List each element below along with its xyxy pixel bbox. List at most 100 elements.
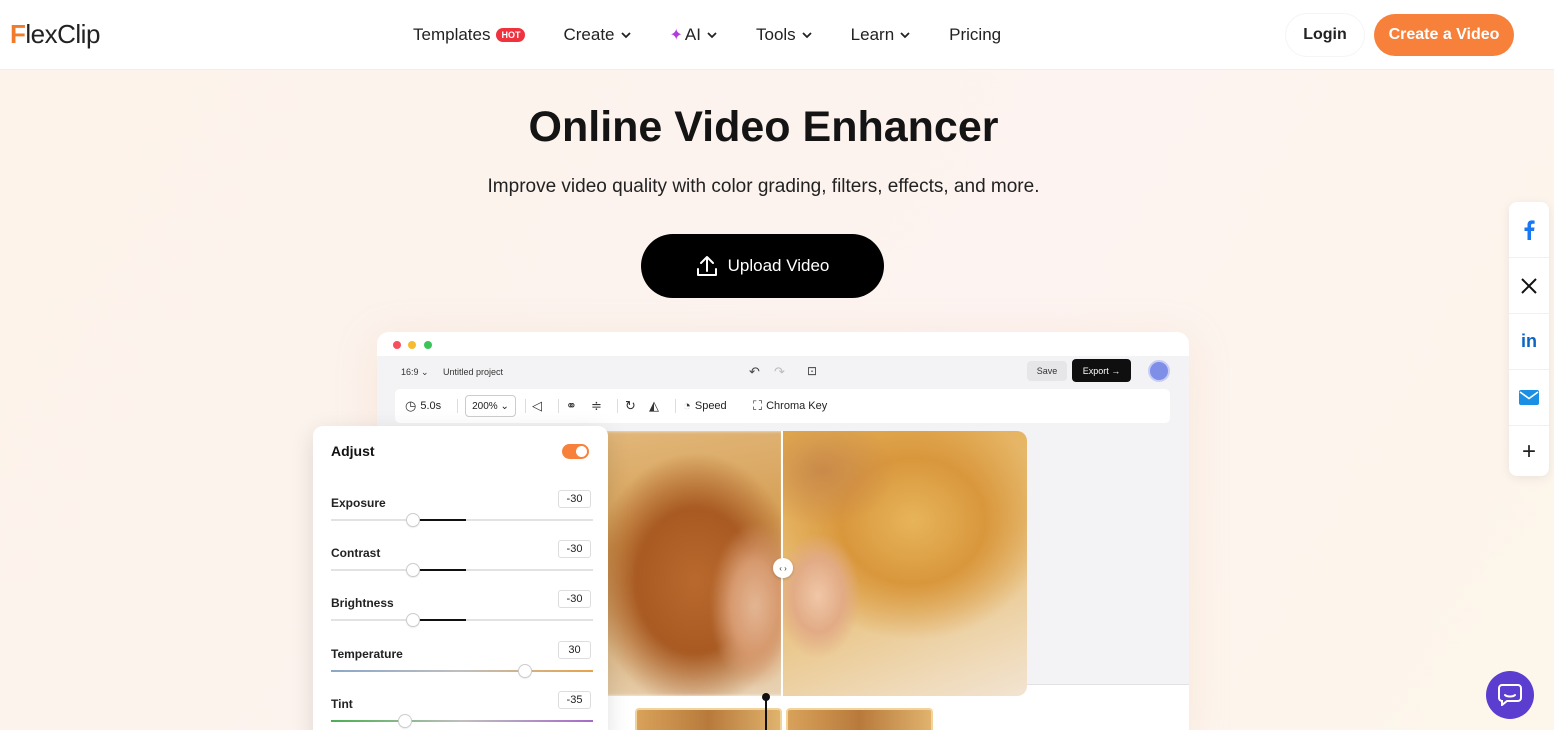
slider-label: Tint: [331, 697, 353, 711]
volume-tool[interactable]: ◁: [532, 398, 546, 414]
compare-handle-icon[interactable]: ‹ ›: [773, 558, 793, 578]
page-title: Online Video Enhancer: [528, 103, 999, 151]
slider-label: Exposure: [331, 496, 386, 510]
slider-fill: [412, 569, 466, 571]
slider-value-input[interactable]: -30: [558, 490, 591, 508]
slider-label: Brightness: [331, 596, 394, 610]
duration-tool[interactable]: ◷ 5.0s: [405, 398, 441, 414]
slider-value-input[interactable]: -35: [558, 691, 591, 709]
linkedin-icon[interactable]: in: [1509, 314, 1549, 370]
avatar[interactable]: [1148, 360, 1170, 382]
zoom-select[interactable]: 200% ⌄: [465, 395, 516, 417]
nav-ai-label: AI: [684, 25, 701, 44]
nav-ai[interactable]: ✦ AI: [670, 22, 718, 48]
facebook-icon[interactable]: [1509, 202, 1549, 258]
nav-pricing[interactable]: Pricing: [949, 22, 1001, 48]
divider: [457, 399, 458, 413]
aspect-ratio-label: 16:9: [401, 367, 419, 377]
screenshot-icon[interactable]: ⊡: [807, 364, 817, 378]
nav-templates[interactable]: Templates HOT: [413, 22, 526, 48]
export-button[interactable]: Export →: [1072, 359, 1131, 382]
slider-track[interactable]: [331, 720, 593, 722]
x-icon[interactable]: [1509, 258, 1549, 314]
adjust-toggle[interactable]: [562, 444, 589, 459]
nav-create[interactable]: Create: [563, 22, 631, 48]
nav-learn[interactable]: Learn: [851, 22, 911, 48]
rotate-icon: ↻: [625, 398, 636, 413]
flip-tool[interactable]: ◭: [649, 398, 663, 414]
editor-topbar: 16:9 ⌄ Untitled project ↶ ↷ ⊡ Save Expor…: [377, 356, 1189, 388]
nav-pricing-label: Pricing: [949, 25, 1002, 44]
upload-video-label: Upload Video: [727, 256, 830, 275]
minimize-dot: [408, 341, 416, 349]
slider-exposure: Exposure -30: [331, 490, 593, 546]
maximize-dot: [424, 341, 432, 349]
divider: [525, 399, 526, 413]
adjust-panel: Adjust Exposure -30 Contrast -30 Brightn…: [313, 426, 608, 730]
aspect-ratio-select[interactable]: 16:9 ⌄: [401, 367, 429, 378]
create-video-button[interactable]: Create a Video: [1374, 14, 1514, 56]
speed-tool[interactable]: ◔ Speed: [683, 398, 727, 413]
adjust-title: Adjust: [331, 443, 375, 459]
save-button[interactable]: Save: [1027, 361, 1067, 381]
logo-text: lexClip: [25, 18, 100, 49]
slider-handle[interactable]: [407, 514, 419, 526]
slider-fill: [412, 619, 466, 621]
before-image: [605, 431, 783, 696]
playhead[interactable]: [765, 696, 767, 730]
playhead-handle[interactable]: [762, 693, 770, 701]
volume-icon: ◁: [532, 398, 542, 413]
nav-create-label: Create: [563, 25, 615, 44]
chroma-key-label: Chroma Key: [766, 400, 828, 412]
upload-video-button[interactable]: Upload Video: [641, 234, 884, 298]
logo-f: F: [10, 18, 26, 49]
redo-icon[interactable]: ↷: [774, 364, 785, 380]
nav-tools[interactable]: Tools: [756, 22, 813, 48]
page-subtitle: Improve video quality with color grading…: [487, 176, 1040, 197]
top-navbar: FlexClip Templates HOT Create ✦ AI Tools…: [0, 0, 1554, 70]
chat-icon: [1498, 684, 1522, 706]
login-button[interactable]: Login: [1286, 14, 1364, 56]
main-nav: Templates HOT Create ✦ AI Tools Learn Pr…: [413, 22, 1039, 48]
close-dot: [393, 341, 401, 349]
slider-handle[interactable]: [407, 614, 419, 626]
filter-icon: ⚭: [566, 398, 577, 413]
timeline-clip[interactable]: [635, 708, 782, 730]
divider: [617, 399, 618, 413]
nav-learn-label: Learn: [850, 25, 895, 44]
flip-icon: ◭: [649, 398, 659, 413]
slider-tint: Tint -35: [331, 691, 593, 730]
slider-fill: [412, 519, 466, 521]
speed-icon: ◔: [683, 398, 691, 413]
chroma-key-icon: ⛶: [753, 398, 763, 413]
email-icon[interactable]: [1509, 370, 1549, 426]
slider-track[interactable]: [331, 670, 593, 672]
slider-value-input[interactable]: 30: [558, 641, 591, 659]
chevron-down-icon: [707, 32, 717, 39]
share-sidebar: in +: [1509, 202, 1549, 476]
slider-label: Contrast: [331, 546, 381, 560]
adjust-tool[interactable]: ≑: [591, 398, 606, 414]
chevron-down-icon: [900, 32, 910, 39]
speed-label: Speed: [694, 399, 727, 412]
slider-value-input[interactable]: -30: [558, 540, 591, 558]
slider-value-input[interactable]: -30: [558, 590, 591, 608]
slider-handle[interactable]: [407, 564, 419, 576]
slider-handle[interactable]: [399, 715, 411, 727]
filter-tool[interactable]: ⚭: [566, 398, 581, 414]
project-name[interactable]: Untitled project: [443, 367, 503, 377]
video-preview-image: [605, 431, 1027, 696]
clock-icon: ◷: [405, 398, 417, 413]
chat-button[interactable]: [1486, 671, 1534, 719]
slider-brightness: Brightness -30: [331, 590, 593, 646]
plus-icon[interactable]: +: [1509, 424, 1549, 480]
timeline-clip[interactable]: [786, 708, 933, 730]
undo-icon[interactable]: ↶: [749, 364, 760, 380]
sliders-icon: ≑: [591, 398, 602, 413]
flexclip-logo[interactable]: FlexClip: [10, 18, 100, 50]
nav-tools-label: Tools: [755, 25, 796, 44]
slider-handle[interactable]: [519, 665, 531, 677]
chroma-key-tool[interactable]: ⛶ Chroma Key: [753, 398, 827, 414]
hot-badge: HOT: [496, 28, 526, 42]
rotate-tool[interactable]: ↻: [625, 398, 640, 414]
